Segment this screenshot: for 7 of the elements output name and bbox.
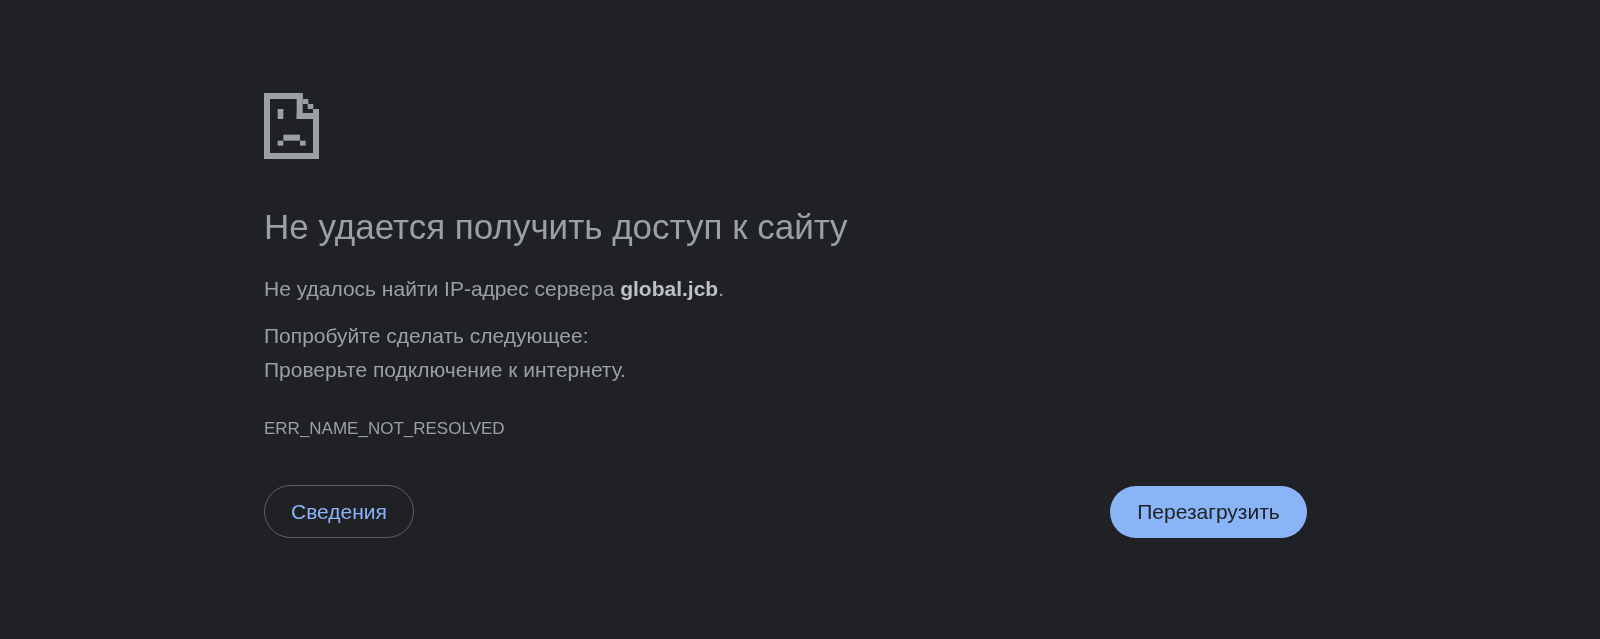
error-summary: Не удалось найти IP-адрес сервера global.jcb. (264, 276, 725, 302)
suggestions-title: Попробуйте сделать следующее: (264, 323, 589, 349)
reload-button[interactable]: Перезагрузить (1110, 485, 1307, 538)
error-code: ERR_NAME_NOT_RESOLVED (264, 418, 505, 440)
sad-page-icon (264, 93, 319, 159)
error-heading: Не удается получить доступ к сайту (264, 206, 848, 248)
suggestion-text: Проверьте подключение к интернету. (264, 357, 626, 383)
